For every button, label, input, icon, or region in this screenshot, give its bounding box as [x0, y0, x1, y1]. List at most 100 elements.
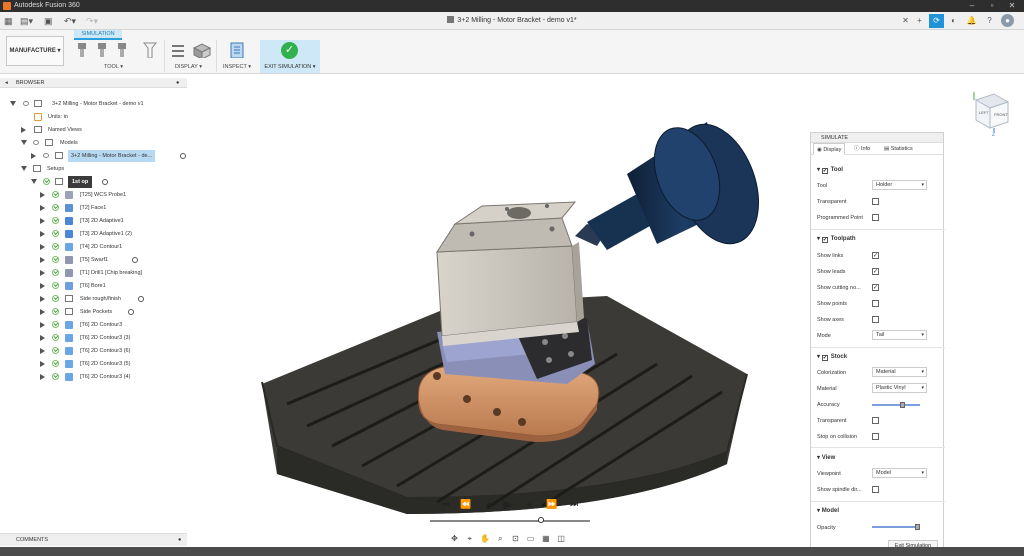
opacity-slider[interactable]: [872, 524, 920, 530]
previous-operation-icon[interactable]: ⏪: [460, 498, 472, 510]
tab-display[interactable]: ◉ Display: [813, 143, 846, 155]
browser-setups[interactable]: Setups: [0, 163, 187, 175]
pan-icon[interactable]: ✋: [478, 532, 491, 546]
browser-operation[interactable]: [T5] Swarf1: [0, 254, 187, 266]
activate-radio-icon[interactable]: [102, 179, 108, 185]
browser-operation[interactable]: Side Pockets: [0, 306, 187, 318]
tool-transparent-checkbox[interactable]: [872, 198, 879, 205]
expand-closed-icon[interactable]: [40, 374, 45, 380]
expand-closed-icon[interactable]: [40, 257, 45, 263]
show-points-checkbox[interactable]: [872, 300, 879, 307]
section-model[interactable]: ▾ Model: [817, 507, 839, 514]
browser-setup[interactable]: 1st op: [0, 176, 187, 188]
expand-closed-icon[interactable]: [31, 153, 36, 159]
step-forward-icon[interactable]: ▸: [524, 498, 536, 510]
tool-icons[interactable]: [74, 42, 136, 58]
section-stock[interactable]: ▾ ✓ Stock: [817, 353, 847, 361]
help-icon[interactable]: ?: [982, 14, 997, 28]
expand-open-icon[interactable]: [21, 166, 27, 171]
go-to-start-icon[interactable]: ⏮: [440, 498, 452, 510]
expand-closed-icon[interactable]: [40, 192, 45, 198]
show-spindle-checkbox[interactable]: [872, 486, 879, 493]
expand-closed-icon[interactable]: [40, 244, 45, 250]
show-cutting-checkbox[interactable]: ✓: [872, 284, 879, 291]
tab-simulation[interactable]: SIMULATION: [74, 30, 122, 40]
simulation-timeline[interactable]: [430, 517, 590, 523]
expand-closed-icon[interactable]: [40, 270, 45, 276]
visibility-eye-icon[interactable]: [43, 153, 49, 158]
expand-open-icon[interactable]: [31, 179, 37, 184]
section-view[interactable]: ▾ View: [817, 454, 835, 461]
stock-transparent-checkbox[interactable]: [872, 417, 879, 424]
exit-simulation-button[interactable]: ✓ EXIT SIMULATION ▾: [260, 40, 320, 73]
browser-units[interactable]: Units: in: [0, 111, 187, 123]
orbit-icon[interactable]: ✥: [448, 532, 461, 546]
display-icons[interactable]: [170, 42, 212, 58]
browser-operation[interactable]: [T3] 2D Adaptive1 (2): [0, 228, 187, 240]
expand-closed-icon[interactable]: [40, 361, 45, 367]
look-at-icon[interactable]: ⌖: [463, 532, 476, 546]
expand-open-icon[interactable]: [21, 140, 27, 145]
accuracy-slider-knob[interactable]: [899, 402, 905, 408]
browser-operation[interactable]: [T6] 2D Contour3 (4): [0, 371, 187, 383]
browser-operation[interactable]: [T6] 2D Contour3 (3): [0, 332, 187, 344]
play-icon[interactable]: ▶: [502, 498, 514, 510]
browser-model-item[interactable]: 3+2 Milling - Motor Bracket - de...: [0, 150, 187, 162]
expand-closed-icon[interactable]: [40, 335, 45, 341]
stop-on-collision-checkbox[interactable]: [872, 433, 879, 440]
workspace-switcher[interactable]: MANUFACTURE ▾: [6, 36, 64, 66]
expand-closed-icon[interactable]: [40, 283, 45, 289]
expand-closed-icon[interactable]: [40, 309, 45, 315]
notifications-icon[interactable]: 🔔: [964, 14, 979, 28]
expand-closed-icon[interactable]: [40, 205, 45, 211]
new-tab-icon[interactable]: +: [912, 14, 927, 28]
visibility-eye-icon[interactable]: [33, 140, 39, 145]
timeline-scrubber[interactable]: [537, 517, 544, 523]
activate-radio-icon[interactable]: [128, 309, 134, 315]
comments-toggle-icon[interactable]: ●: [178, 534, 181, 547]
browser-operation[interactable]: [T2] Face1: [0, 202, 187, 214]
expand-closed-icon[interactable]: [21, 127, 26, 133]
browser-operation[interactable]: [T6] 2D Contour3 (5): [0, 358, 187, 370]
inspect-group-label[interactable]: INSPECT ▾: [223, 64, 251, 70]
canvas-viewport[interactable]: [187, 74, 810, 546]
close-window-icon[interactable]: ✕: [1002, 0, 1022, 12]
browser-header[interactable]: ◂ BROWSER ●: [0, 78, 187, 88]
expand-closed-icon[interactable]: [40, 348, 45, 354]
viewports-icon[interactable]: ◫: [555, 532, 568, 546]
tab-statistics[interactable]: ▤ Statistics: [881, 143, 916, 155]
tab-info[interactable]: ⓘ Info: [851, 143, 873, 155]
expand-closed-icon[interactable]: [40, 231, 45, 237]
material-dropdown[interactable]: Plastic Vinyl: [872, 383, 927, 393]
viewcube[interactable]: LEFT FRONT Z: [966, 90, 1012, 136]
close-tab-icon[interactable]: ✕: [898, 14, 913, 28]
job-status-icon[interactable]: ◐: [946, 14, 961, 28]
browser-operation[interactable]: [T1] Drill1 [Chip breaking]: [0, 267, 187, 279]
mode-dropdown[interactable]: Tail: [872, 330, 927, 340]
collapse-icon[interactable]: ◂: [5, 78, 8, 88]
show-leads-checkbox[interactable]: ✓: [872, 268, 879, 275]
tool-group-label[interactable]: TOOL ▾: [104, 64, 123, 70]
browser-operation[interactable]: [T6] 2D Contour3: [0, 319, 187, 331]
pin-icon[interactable]: ●: [176, 78, 179, 88]
minimize-icon[interactable]: –: [962, 0, 982, 12]
expand-closed-icon[interactable]: [40, 218, 45, 224]
expand-closed-icon[interactable]: [40, 296, 45, 302]
comments-bar[interactable]: COMMENTS ●: [0, 533, 187, 546]
activate-radio-icon[interactable]: [180, 153, 186, 159]
show-axes-checkbox[interactable]: [872, 316, 879, 323]
opacity-slider-knob[interactable]: [915, 524, 920, 530]
section-toolpath[interactable]: ▾ ✓ Toolpath: [817, 235, 856, 243]
browser-operation[interactable]: [T6] 2D Contour3 (6): [0, 345, 187, 357]
activate-radio-icon[interactable]: [132, 257, 138, 263]
viewpoint-dropdown[interactable]: Model: [872, 468, 927, 478]
fit-icon[interactable]: ⊡: [509, 532, 522, 546]
go-to-end-icon[interactable]: ⏭: [568, 498, 580, 510]
visibility-eye-icon[interactable]: [23, 101, 29, 106]
maximize-icon[interactable]: ▫: [982, 0, 1002, 12]
browser-root[interactable]: 3+2 Milling - Motor Bracket - demo v1: [0, 98, 187, 110]
show-links-checkbox[interactable]: ✓: [872, 252, 879, 259]
browser-operation[interactable]: Side rough/finish: [0, 293, 187, 305]
colorization-dropdown[interactable]: Material: [872, 367, 927, 377]
inspect-icon[interactable]: [228, 42, 246, 58]
